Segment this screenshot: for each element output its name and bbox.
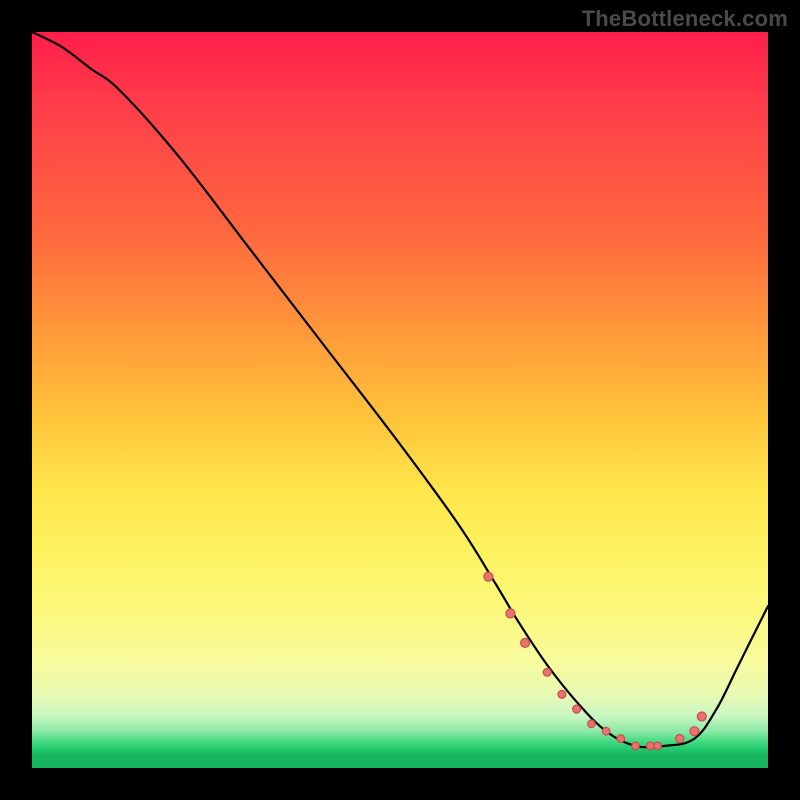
marker-dot: [632, 742, 640, 750]
plot-area: [32, 32, 768, 768]
marker-dot: [617, 735, 625, 743]
chart-svg: [32, 32, 768, 768]
marker-dot: [543, 668, 551, 676]
marker-dot: [676, 734, 684, 742]
marker-dot: [654, 742, 662, 750]
marker-dot: [573, 705, 581, 713]
marker-dot: [484, 572, 493, 581]
marker-dot: [602, 727, 610, 735]
marker-dot: [646, 742, 654, 750]
marker-dot: [690, 727, 699, 736]
marker-dot: [588, 720, 596, 728]
bottleneck-curve: [32, 32, 768, 747]
marker-dot: [697, 712, 706, 721]
marker-dot: [506, 609, 515, 618]
chart-frame: TheBottleneck.com: [0, 0, 800, 800]
marker-dot: [558, 690, 566, 698]
watermark-text: TheBottleneck.com: [582, 6, 788, 32]
marker-dot: [521, 638, 530, 647]
marker-dots: [484, 572, 707, 750]
